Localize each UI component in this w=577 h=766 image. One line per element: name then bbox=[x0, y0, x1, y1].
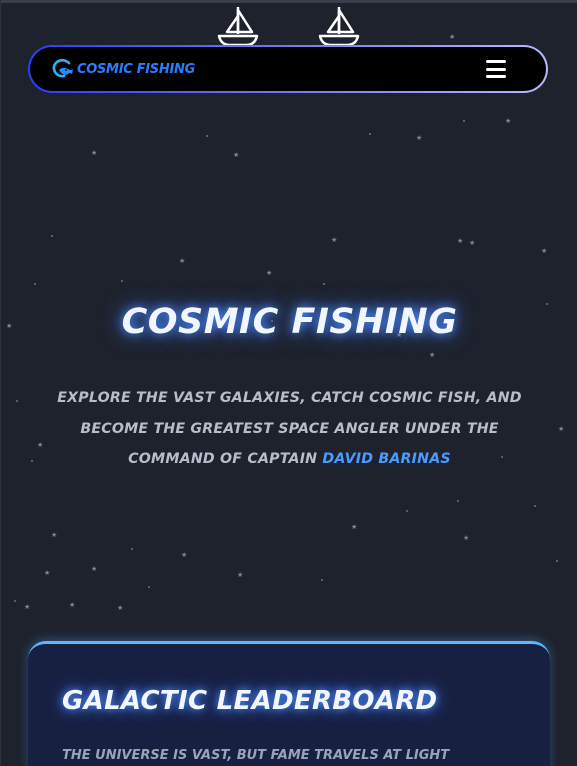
captain-name-link[interactable]: David Barinas bbox=[322, 451, 450, 467]
hamburger-menu-icon[interactable] bbox=[486, 60, 506, 78]
star-decoration bbox=[131, 548, 133, 550]
star-decoration: ★ bbox=[44, 569, 51, 577]
navbar: Cosmic Fishing bbox=[28, 45, 548, 93]
star-decoration bbox=[323, 283, 325, 285]
star-decoration: ★ bbox=[51, 531, 58, 539]
star-decoration: ★ bbox=[117, 604, 124, 612]
star-decoration: ★ bbox=[91, 565, 98, 573]
star-decoration: ★ bbox=[69, 601, 76, 609]
sailboat-icon bbox=[217, 7, 259, 47]
star-decoration: ★ bbox=[351, 523, 358, 531]
star-decoration bbox=[31, 460, 33, 462]
star-decoration: ★ bbox=[24, 603, 31, 611]
star-decoration: ★ bbox=[233, 151, 240, 159]
leaderboard-text: The universe is vast, but fame travels a… bbox=[62, 748, 450, 763]
star-decoration bbox=[51, 235, 53, 237]
star-decoration bbox=[457, 500, 459, 502]
star-decoration bbox=[206, 135, 208, 137]
star-decoration bbox=[534, 505, 536, 507]
star-decoration: ★ bbox=[266, 269, 273, 277]
star-decoration bbox=[463, 120, 465, 122]
hero-title: Cosmic Fishing bbox=[121, 302, 458, 342]
star-decoration bbox=[16, 400, 18, 402]
star-decoration: ★ bbox=[505, 117, 512, 125]
leaderboard-card: Galactic Leaderboard The universe is vas… bbox=[28, 641, 550, 766]
star-decoration: ★ bbox=[416, 134, 423, 142]
leaderboard-title: Galactic Leaderboard bbox=[62, 686, 438, 716]
page: ★★★★★★★★★★★★★★★★★★★★★★★★★★★★ Cosmic Fish… bbox=[0, 0, 577, 766]
star-decoration bbox=[369, 133, 371, 135]
star-decoration: ★ bbox=[181, 551, 188, 559]
star-decoration: ★ bbox=[91, 149, 98, 157]
star-decoration bbox=[148, 586, 150, 588]
star-decoration bbox=[14, 600, 16, 602]
star-decoration bbox=[556, 560, 558, 562]
star-decoration bbox=[34, 283, 36, 285]
star-decoration: ★ bbox=[558, 425, 565, 433]
star-decoration bbox=[406, 510, 408, 512]
brand-link[interactable]: Cosmic Fishing bbox=[50, 57, 195, 81]
star-decoration: ★ bbox=[331, 236, 338, 244]
star-decoration: ★ bbox=[449, 33, 456, 41]
star-decoration: ★ bbox=[541, 247, 548, 255]
hero-description: Explore the vast galaxies, catch cosmic … bbox=[56, 383, 523, 475]
star-decoration: ★ bbox=[457, 237, 464, 245]
sailboat-icon bbox=[318, 7, 360, 47]
star-decoration bbox=[321, 579, 323, 581]
star-decoration: ★ bbox=[469, 239, 476, 247]
hero-description-text: Explore the vast galaxies, catch cosmic … bbox=[57, 390, 522, 467]
top-border bbox=[1, 0, 577, 3]
brand-name: Cosmic Fishing bbox=[77, 61, 195, 77]
star-decoration: ★ bbox=[429, 351, 436, 359]
star-decoration bbox=[121, 280, 123, 282]
fish-hook-logo-icon bbox=[52, 58, 73, 78]
star-decoration: ★ bbox=[179, 257, 186, 265]
star-decoration: ★ bbox=[37, 441, 44, 449]
star-decoration: ★ bbox=[237, 571, 244, 579]
star-decoration: ★ bbox=[463, 534, 470, 542]
